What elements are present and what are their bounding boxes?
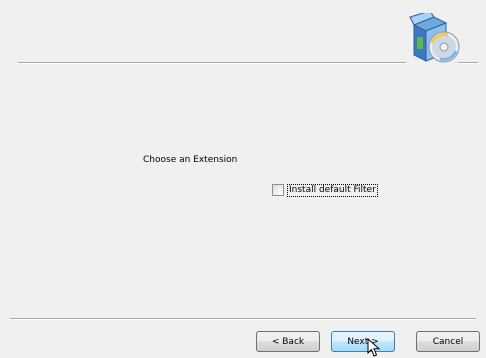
footer-divider <box>10 318 476 319</box>
cancel-button[interactable]: Cancel <box>416 331 480 352</box>
choose-extension-label: Choose an Extension <box>143 155 238 165</box>
mouse-pointer-icon <box>367 338 381 357</box>
install-default-filter-option[interactable]: Install default Filter <box>272 183 378 197</box>
next-button[interactable]: Next > <box>331 331 395 352</box>
back-button[interactable]: < Back <box>256 331 320 352</box>
setup-cd-icon <box>409 13 460 63</box>
install-default-filter-label[interactable]: Install default Filter <box>287 183 378 197</box>
install-default-filter-checkbox[interactable] <box>272 184 284 196</box>
header-divider <box>18 62 406 63</box>
